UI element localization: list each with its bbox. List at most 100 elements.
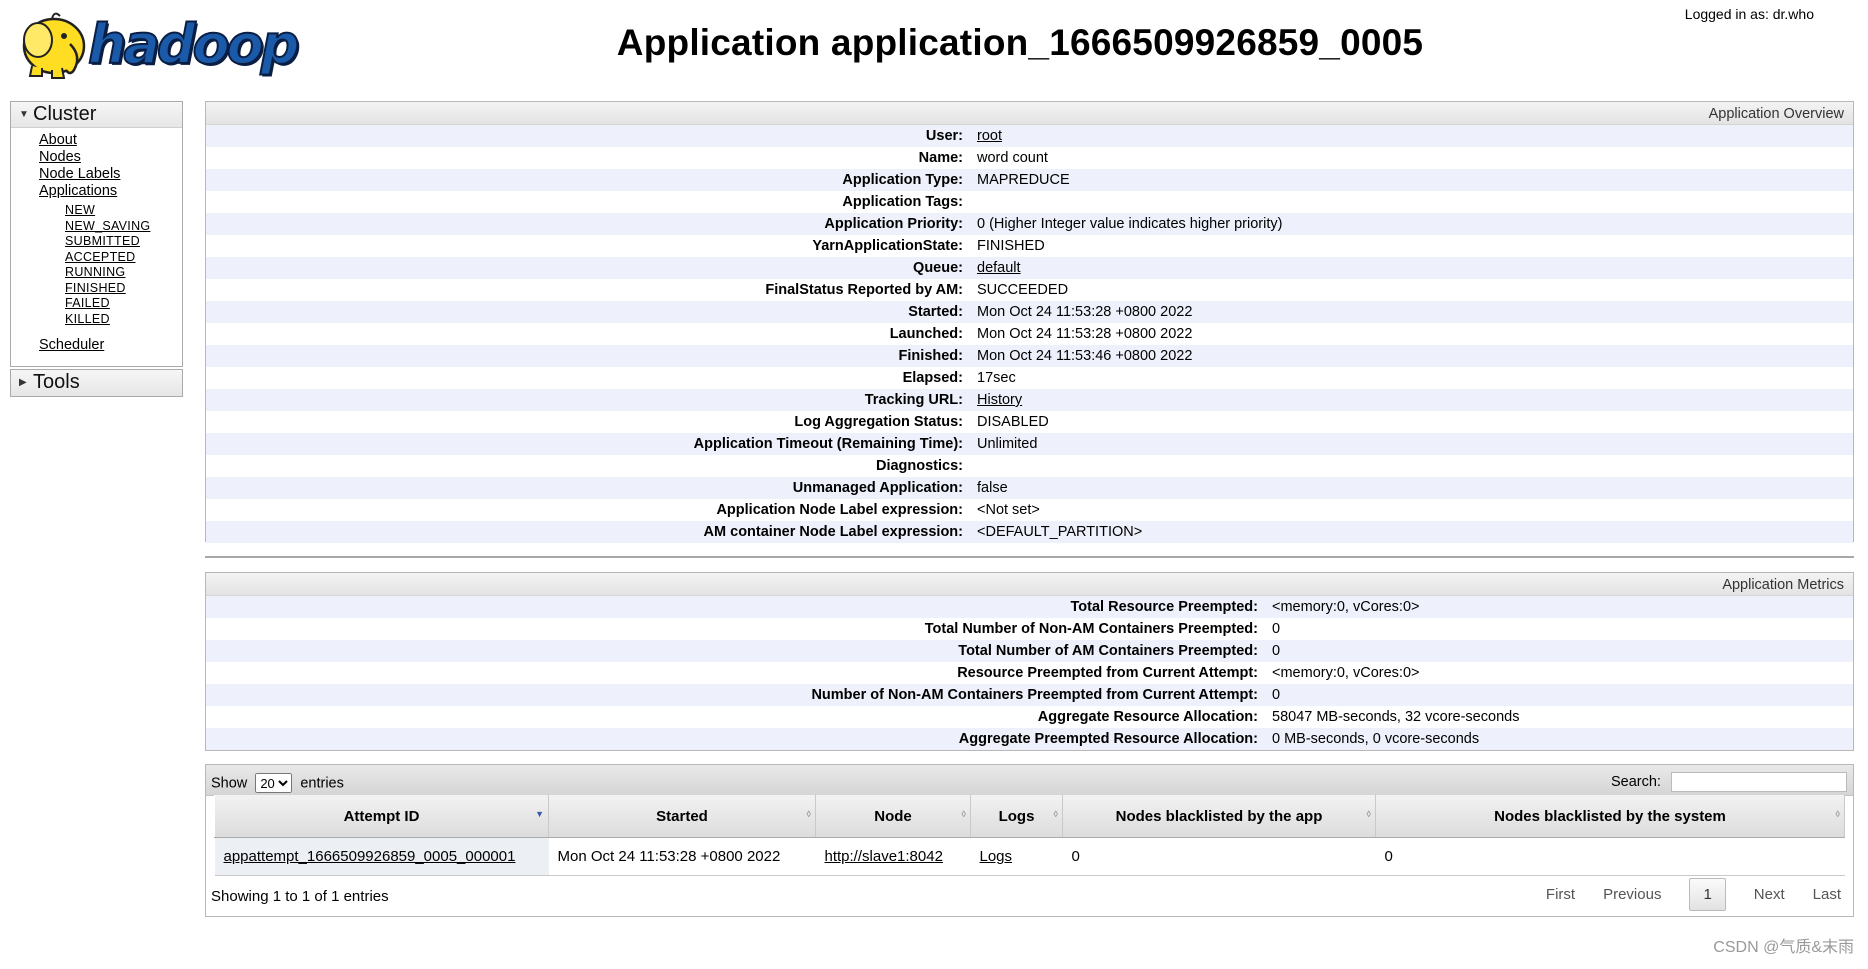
- page-size-select[interactable]: 20: [255, 773, 293, 793]
- overview-row: Started: Mon Oct 24 11:53:28 +0800 2022: [206, 301, 1853, 323]
- col-nodes-blacklisted-app[interactable]: Nodes blacklisted by the app ◊: [1062, 795, 1376, 838]
- overview-key: Elapsed:: [902, 370, 963, 386]
- sort-both-icon: ◊: [806, 809, 811, 819]
- nav-state-running-link[interactable]: RUNNING: [65, 265, 125, 279]
- overview-value: [977, 455, 1853, 477]
- overview-table: User: root Name: word count Application Ty…: [206, 125, 1853, 543]
- expanded-triangle-icon: ▼: [19, 109, 29, 121]
- cluster-label: Cluster: [33, 103, 97, 125]
- cluster-nav-header[interactable]: ▼ Cluster: [11, 102, 182, 128]
- nav-node-labels-link[interactable]: Node Labels: [39, 166, 120, 182]
- metrics-value: <memory:0, vCores:0>: [1272, 596, 1853, 618]
- tools-nav[interactable]: ▶ Tools: [10, 369, 183, 397]
- overview-row: AM container Node Label expression: <DEFA…: [206, 521, 1853, 543]
- metrics-key: Total Resource Preempted:: [206, 596, 1272, 618]
- overview-key: Queue:: [206, 257, 977, 279]
- metrics-row: Total Number of Non-AM Containers Preemp…: [206, 618, 1853, 640]
- tools-label: Tools: [33, 371, 80, 393]
- overview-value: word count: [977, 150, 1048, 166]
- attempts-footer: Showing 1 to 1 of 1 entries First Previo…: [206, 868, 1853, 916]
- overview-key: FinalStatus Reported by AM:: [765, 282, 963, 298]
- col-nodes-blacklisted-system[interactable]: Nodes blacklisted by the system ◊: [1375, 795, 1845, 838]
- nav-state-new-link[interactable]: NEW: [65, 203, 95, 217]
- col-nodes-blacklisted-app-label: Nodes blacklisted by the app: [1115, 807, 1323, 825]
- next-page-button[interactable]: Next: [1754, 886, 1785, 903]
- overview-key: Log Aggregation Status:: [794, 414, 963, 430]
- overview-key: Application Node Label expression:: [716, 502, 963, 518]
- overview-value: Mon Oct 24 11:53:28 +0800 2022: [977, 326, 1193, 342]
- nav-state-finished-link[interactable]: FINISHED: [65, 281, 126, 295]
- overview-key: Application Tags:: [842, 194, 963, 210]
- nav-state-failed-link[interactable]: FAILED: [65, 296, 110, 310]
- tracking-url-link[interactable]: History: [977, 392, 1022, 408]
- overview-value: Mon Oct 24 11:53:28 +0800 2022: [977, 301, 1853, 323]
- logs-link[interactable]: Logs: [980, 848, 1013, 865]
- current-page-button[interactable]: 1: [1689, 878, 1726, 911]
- watermark: CSDN @气质&末雨: [1713, 939, 1854, 956]
- overview-key: Name:: [918, 150, 963, 166]
- last-page-button[interactable]: Last: [1813, 886, 1841, 903]
- overview-key: Application Priority:: [206, 213, 977, 235]
- nav-state-submitted-link[interactable]: SUBMITTED: [65, 234, 140, 248]
- overview-value: false: [977, 477, 1853, 499]
- overview-row: Application Priority: 0 (Higher Integer v…: [206, 213, 1853, 235]
- overview-key: Started:: [206, 301, 977, 323]
- nav-state-new-saving-link[interactable]: NEW_SAVING: [65, 219, 150, 233]
- nav-about-link[interactable]: About: [39, 132, 77, 148]
- metrics-row: Total Number of AM Containers Preempted:…: [206, 640, 1853, 662]
- metrics-value: 0 MB-seconds, 0 vcore-seconds: [1272, 728, 1853, 750]
- overview-value: DISABLED: [977, 414, 1049, 430]
- nav-scheduler-link[interactable]: Scheduler: [39, 337, 104, 353]
- overview-row: Diagnostics:: [206, 455, 1853, 477]
- nav-state-accepted-link[interactable]: ACCEPTED: [65, 250, 135, 264]
- sort-both-icon: ◊: [1366, 809, 1371, 819]
- overview-key: User:: [206, 125, 977, 147]
- overview-row: FinalStatus Reported by AM: SUCCEEDED: [206, 279, 1853, 301]
- overview-key: Application Timeout (Remaining Time):: [206, 433, 977, 455]
- queue-link[interactable]: default: [977, 260, 1021, 276]
- user-link[interactable]: root: [977, 128, 1002, 144]
- page-size-control: Show 20 entries: [211, 773, 344, 793]
- node-link[interactable]: http://slave1:8042: [825, 848, 943, 865]
- nav-nodes-link[interactable]: Nodes: [39, 149, 81, 165]
- metrics-row: Resource Preempted from Current Attempt:…: [206, 662, 1853, 684]
- col-node[interactable]: Node ◊: [815, 795, 971, 838]
- cluster-nav: ▼ Cluster About Nodes Node Labels Applica…: [10, 101, 183, 367]
- previous-page-button[interactable]: Previous: [1603, 886, 1661, 903]
- col-logs[interactable]: Logs ◊: [970, 795, 1063, 838]
- overview-value: <DEFAULT_PARTITION>: [977, 521, 1853, 543]
- metrics-key: Total Number of Non-AM Containers Preemp…: [924, 621, 1258, 637]
- overview-value: Unlimited: [977, 433, 1853, 455]
- metrics-row: Aggregate Resource Allocation: 58047 MB-s…: [206, 706, 1853, 728]
- nav-state-killed-link[interactable]: KILLED: [65, 312, 110, 326]
- overview-row: Application Node Label expression: <Not s…: [206, 499, 1853, 521]
- search-input[interactable]: [1671, 772, 1847, 792]
- col-node-label: Node: [874, 807, 912, 825]
- overview-value: 17sec: [977, 370, 1016, 386]
- app-states-list: NEW NEW_SAVING SUBMITTED ACCEPTED RUNNIN…: [39, 203, 182, 327]
- metrics-row: Number of Non-AM Containers Preempted fr…: [206, 684, 1853, 706]
- logo-wordmark: hadoop: [87, 13, 300, 76]
- first-page-button[interactable]: First: [1546, 886, 1575, 903]
- overview-row: Finished: Mon Oct 24 11:53:46 +0800 2022: [206, 345, 1853, 367]
- overview-row: User: root: [206, 125, 1853, 147]
- show-label: Show: [211, 775, 248, 792]
- overview-key: Finished:: [206, 345, 977, 367]
- search-control: Search:: [1611, 772, 1847, 792]
- metrics-key: Total Number of AM Containers Preempted:: [206, 640, 1272, 662]
- attempt-id-link[interactable]: appattempt_1666509926859_0005_000001: [224, 848, 516, 865]
- sort-both-icon: ◊: [1835, 809, 1840, 819]
- sort-both-icon: ◊: [961, 809, 966, 819]
- overview-value: 0 (Higher Integer value indicates higher…: [977, 213, 1853, 235]
- nav-applications-link[interactable]: Applications: [39, 183, 117, 199]
- tools-nav-header[interactable]: ▶ Tools: [11, 370, 182, 395]
- overview-row: Application Tags:: [206, 191, 1853, 213]
- overview-row: Tracking URL: History: [206, 389, 1853, 411]
- sort-both-icon: ◊: [1053, 809, 1058, 819]
- col-attempt-id[interactable]: Attempt ID ▼: [214, 795, 549, 838]
- overview-value: MAPREDUCE: [977, 169, 1853, 191]
- collapsed-triangle-icon: ▶: [19, 377, 27, 389]
- metrics-value: 0: [1272, 684, 1853, 706]
- metrics-value: 0: [1272, 621, 1281, 637]
- col-started[interactable]: Started ◊: [548, 795, 816, 838]
